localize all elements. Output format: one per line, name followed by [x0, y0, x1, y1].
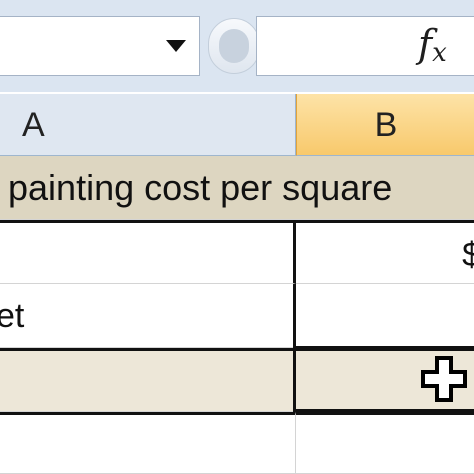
- spreadsheet-grid: painting cost per square $ et t: [0, 156, 474, 474]
- cell-a-title[interactable]: painting cost per square: [0, 156, 474, 220]
- column-header-b[interactable]: B: [296, 94, 474, 156]
- cell-text: et: [0, 297, 25, 335]
- table-row: et: [0, 284, 474, 348]
- cell-b[interactable]: $: [296, 220, 474, 284]
- table-row: $: [0, 220, 474, 284]
- cell-a[interactable]: [0, 220, 296, 284]
- cell-a[interactable]: [0, 412, 296, 474]
- column-header-label: B: [374, 106, 398, 144]
- cell-b[interactable]: [296, 284, 474, 348]
- cell-a[interactable]: t: [0, 348, 296, 412]
- cell-a[interactable]: et: [0, 284, 296, 348]
- formula-bar-resize-handle[interactable]: [208, 18, 260, 74]
- chevron-down-icon[interactable]: [166, 40, 186, 52]
- column-header-label: A: [22, 106, 45, 144]
- table-row: [0, 412, 474, 474]
- cell-select-cross-cursor: [421, 356, 467, 402]
- formula-bar: fx: [0, 0, 474, 92]
- table-row: painting cost per square: [0, 156, 474, 220]
- column-header-a[interactable]: A: [0, 94, 296, 156]
- cell-b[interactable]: [296, 412, 474, 474]
- fx-icon[interactable]: fx: [418, 22, 447, 68]
- cell-text: painting cost per square: [8, 156, 468, 219]
- cell-text: $: [462, 223, 474, 283]
